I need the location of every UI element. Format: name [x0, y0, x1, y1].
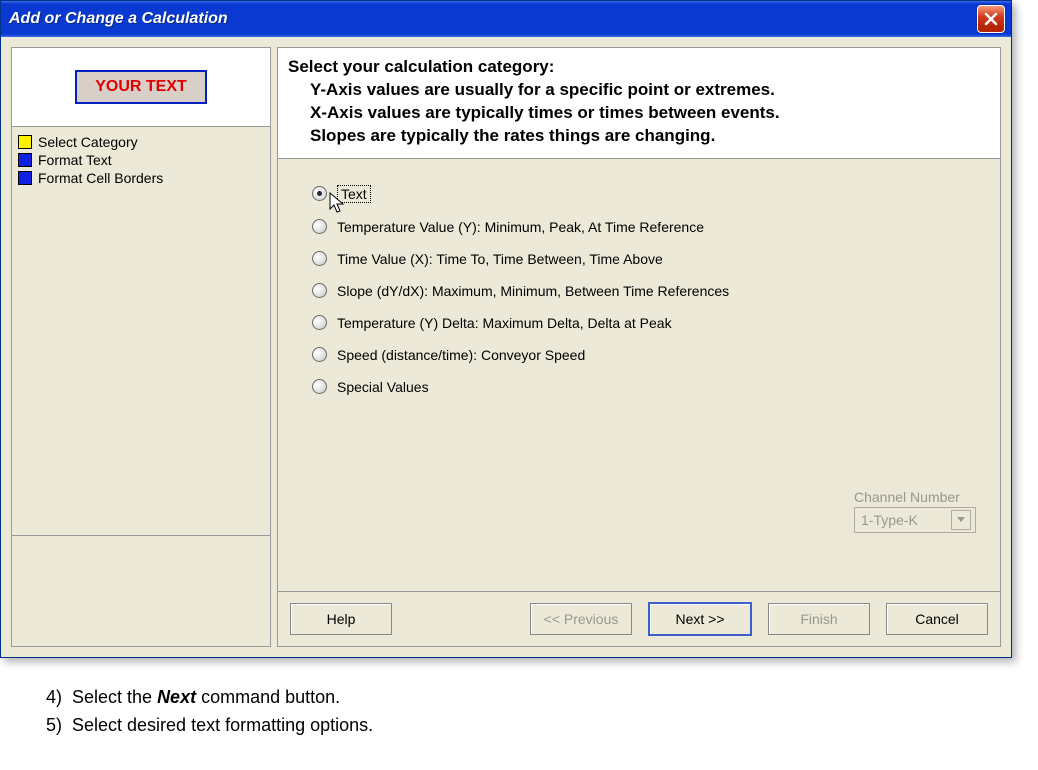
step-label: Select Category	[38, 134, 138, 150]
help-button[interactable]: Help	[290, 603, 392, 635]
header-line2: X-Axis values are typically times or tim…	[288, 102, 990, 125]
step-item-select-category[interactable]: Select Category	[18, 133, 264, 151]
titlebar: Add or Change a Calculation	[1, 1, 1011, 37]
radio-option-temperature-value[interactable]: Temperature Value (Y): Minimum, Peak, At…	[312, 211, 976, 243]
chevron-down-icon	[951, 510, 971, 530]
square-icon	[18, 153, 32, 167]
channel-select: 1-Type-K	[854, 507, 976, 533]
radio-icon	[312, 283, 327, 298]
radio-label: Slope (dY/dX): Maximum, Minimum, Between…	[337, 283, 729, 299]
radio-label: Special Values	[337, 379, 429, 395]
header-line1: Y-Axis values are usually for a specific…	[288, 79, 990, 102]
preview-box: YOUR TEXT	[12, 48, 270, 127]
step-label: Format Cell Borders	[38, 170, 163, 186]
preview-text: YOUR TEXT	[75, 70, 207, 104]
button-label: Cancel	[915, 611, 959, 627]
radio-label: Temperature Value (Y): Minimum, Peak, At…	[337, 219, 704, 235]
header-line3: Slopes are typically the rates things ar…	[288, 125, 990, 148]
finish-button: Finish	[768, 603, 870, 635]
radio-label: Time Value (X): Time To, Time Between, T…	[337, 251, 663, 267]
step-item-format-cell-borders[interactable]: Format Cell Borders	[18, 169, 264, 187]
radio-option-time-value[interactable]: Time Value (X): Time To, Time Between, T…	[312, 243, 976, 275]
channel-label: Channel Number	[854, 489, 976, 505]
step-list: Select Category Format Text Format Cell …	[12, 127, 270, 535]
window-body: YOUR TEXT Select Category Format Text Fo…	[1, 37, 1011, 657]
previous-button: << Previous	[530, 603, 632, 635]
instruction-row: 5) Select desired text formatting option…	[36, 712, 1002, 740]
dialog-window: Add or Change a Calculation YOUR TEXT Se…	[0, 0, 1012, 658]
instruction-row: 4) Select the Next command button.	[36, 684, 1002, 712]
radio-icon	[312, 347, 327, 362]
channel-number-group: Channel Number 1-Type-K	[854, 489, 976, 533]
step-item-format-text[interactable]: Format Text	[18, 151, 264, 169]
radio-icon	[312, 186, 327, 201]
left-bottom-panel	[12, 535, 270, 646]
radio-label: Text	[337, 185, 371, 203]
radio-icon	[312, 219, 327, 234]
radio-group: Text Temperature Value (Y): Minimum, Pea…	[278, 159, 1000, 591]
radio-option-slope[interactable]: Slope (dY/dX): Maximum, Minimum, Between…	[312, 275, 976, 307]
step-label: Format Text	[38, 152, 112, 168]
window-title: Add or Change a Calculation	[9, 10, 228, 28]
next-button[interactable]: Next >>	[648, 602, 752, 636]
category-header: Select your calculation category: Y-Axis…	[278, 48, 1000, 159]
radio-icon	[312, 379, 327, 394]
radio-label: Temperature (Y) Delta: Maximum Delta, De…	[337, 315, 672, 331]
cancel-button[interactable]: Cancel	[886, 603, 988, 635]
button-label: << Previous	[544, 611, 619, 627]
header-title: Select your calculation category:	[288, 57, 554, 76]
radio-icon	[312, 315, 327, 330]
close-icon	[984, 12, 998, 26]
button-label: Next >>	[675, 611, 724, 627]
square-icon	[18, 135, 32, 149]
radio-option-special[interactable]: Special Values	[312, 371, 976, 403]
radio-option-speed[interactable]: Speed (distance/time): Conveyor Speed	[312, 339, 976, 371]
button-label: Help	[327, 611, 356, 627]
radio-label: Speed (distance/time): Conveyor Speed	[337, 347, 585, 363]
instruction-num: 4)	[36, 684, 62, 712]
radio-icon	[312, 251, 327, 266]
button-label: Finish	[800, 611, 837, 627]
close-button[interactable]	[977, 5, 1005, 33]
instruction-num: 5)	[36, 712, 62, 740]
right-panel: Select your calculation category: Y-Axis…	[277, 47, 1001, 647]
channel-value: 1-Type-K	[861, 512, 918, 528]
instruction-text: Select desired text formatting options.	[72, 712, 373, 740]
instruction-text: Select the Next command button.	[72, 684, 340, 712]
left-panel: YOUR TEXT Select Category Format Text Fo…	[11, 47, 271, 647]
square-icon	[18, 171, 32, 185]
button-bar: Help << Previous Next >> Finish Cancel	[278, 591, 1000, 646]
radio-option-text[interactable]: Text	[312, 177, 976, 211]
radio-option-temperature-delta[interactable]: Temperature (Y) Delta: Maximum Delta, De…	[312, 307, 976, 339]
instructions: 4) Select the Next command button. 5) Se…	[0, 658, 1038, 760]
